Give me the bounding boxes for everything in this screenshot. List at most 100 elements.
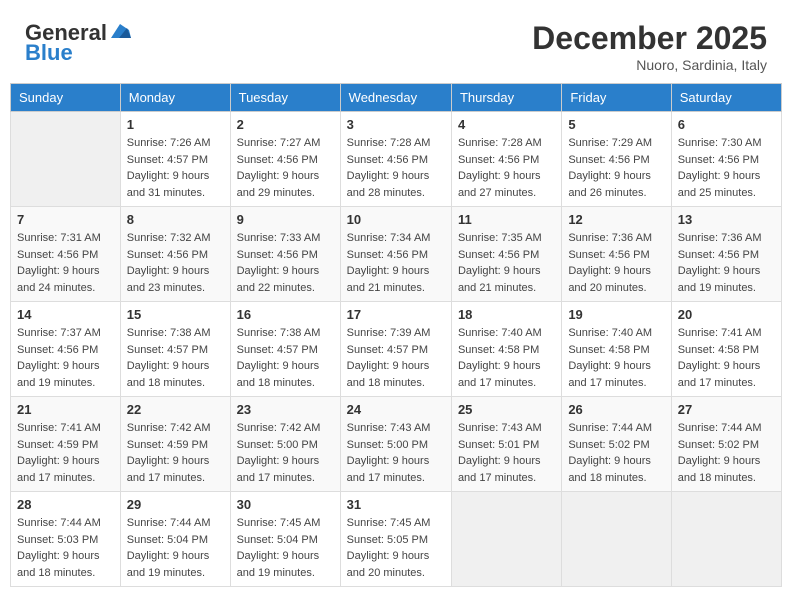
day-number: 23 bbox=[237, 402, 334, 417]
day-number: 2 bbox=[237, 117, 334, 132]
day-number: 11 bbox=[458, 212, 555, 227]
calendar-cell: 8 Sunrise: 7:32 AMSunset: 4:56 PMDaylight… bbox=[120, 207, 230, 302]
day-info: Sunrise: 7:38 AMSunset: 4:57 PMDaylight:… bbox=[237, 325, 334, 391]
logo: General Blue bbox=[25, 20, 131, 66]
calendar-cell: 29 Sunrise: 7:44 AMSunset: 5:04 PMDayligh… bbox=[120, 492, 230, 587]
day-number: 14 bbox=[17, 307, 114, 322]
calendar-cell: 24Sunrise: 7:43 AMSunset: 5:00 PMDayligh… bbox=[340, 397, 451, 492]
day-number: 15 bbox=[127, 307, 224, 322]
col-header-sunday: Sunday bbox=[11, 84, 121, 112]
calendar-cell: 16 Sunrise: 7:38 AMSunset: 4:57 PMDayligh… bbox=[230, 302, 340, 397]
day-info: Sunrise: 7:34 AMSunset: 4:56 PMDaylight:… bbox=[347, 230, 445, 296]
day-info: Sunrise: 7:26 AMSunset: 4:57 PMDaylight:… bbox=[127, 135, 224, 201]
day-number: 16 bbox=[237, 307, 334, 322]
calendar-cell bbox=[11, 112, 121, 207]
day-number: 25 bbox=[458, 402, 555, 417]
calendar-cell: 23 Sunrise: 7:42 AMSunset: 5:00 PMDayligh… bbox=[230, 397, 340, 492]
calendar-cell: 28Sunrise: 7:44 AMSunset: 5:03 PMDayligh… bbox=[11, 492, 121, 587]
calendar-cell: 20 Sunrise: 7:41 AMSunset: 4:58 PMDayligh… bbox=[671, 302, 781, 397]
day-info: Sunrise: 7:28 AMSunset: 4:56 PMDaylight:… bbox=[347, 135, 445, 201]
day-number: 3 bbox=[347, 117, 445, 132]
day-number: 17 bbox=[347, 307, 445, 322]
col-header-saturday: Saturday bbox=[671, 84, 781, 112]
col-header-friday: Friday bbox=[562, 84, 671, 112]
day-info: Sunrise: 7:39 AMSunset: 4:57 PMDaylight:… bbox=[347, 325, 445, 391]
day-info: Sunrise: 7:31 AMSunset: 4:56 PMDaylight:… bbox=[17, 230, 114, 296]
day-info: Sunrise: 7:45 AMSunset: 5:05 PMDaylight:… bbox=[347, 515, 445, 581]
day-info: Sunrise: 7:43 AMSunset: 5:01 PMDaylight:… bbox=[458, 420, 555, 486]
title-area: December 2025 Nuoro, Sardinia, Italy bbox=[532, 20, 767, 73]
location: Nuoro, Sardinia, Italy bbox=[532, 57, 767, 73]
day-info: Sunrise: 7:30 AMSunset: 4:56 PMDaylight:… bbox=[678, 135, 775, 201]
calendar-week-2: 7 Sunrise: 7:31 AMSunset: 4:56 PMDaylight… bbox=[11, 207, 782, 302]
calendar-cell: 18Sunrise: 7:40 AMSunset: 4:58 PMDayligh… bbox=[451, 302, 561, 397]
calendar-cell: 11 Sunrise: 7:35 AMSunset: 4:56 PMDayligh… bbox=[451, 207, 561, 302]
day-number: 13 bbox=[678, 212, 775, 227]
calendar-cell: 10Sunrise: 7:34 AMSunset: 4:56 PMDayligh… bbox=[340, 207, 451, 302]
page-header: General Blue December 2025 Nuoro, Sardin… bbox=[10, 10, 782, 78]
day-number: 8 bbox=[127, 212, 224, 227]
day-info: Sunrise: 7:36 AMSunset: 4:56 PMDaylight:… bbox=[678, 230, 775, 296]
calendar-table: SundayMondayTuesdayWednesdayThursdayFrid… bbox=[10, 83, 782, 587]
day-number: 21 bbox=[17, 402, 114, 417]
day-info: Sunrise: 7:27 AMSunset: 4:56 PMDaylight:… bbox=[237, 135, 334, 201]
col-header-wednesday: Wednesday bbox=[340, 84, 451, 112]
col-header-tuesday: Tuesday bbox=[230, 84, 340, 112]
day-number: 19 bbox=[568, 307, 664, 322]
calendar-cell: 3 Sunrise: 7:28 AMSunset: 4:56 PMDaylight… bbox=[340, 112, 451, 207]
calendar-cell: 25 Sunrise: 7:43 AMSunset: 5:01 PMDayligh… bbox=[451, 397, 561, 492]
calendar-cell: 6 Sunrise: 7:30 AMSunset: 4:56 PMDaylight… bbox=[671, 112, 781, 207]
day-number: 18 bbox=[458, 307, 555, 322]
calendar-cell: 21 Sunrise: 7:41 AMSunset: 4:59 PMDayligh… bbox=[11, 397, 121, 492]
day-info: Sunrise: 7:41 AMSunset: 4:59 PMDaylight:… bbox=[17, 420, 114, 486]
calendar-week-3: 14 Sunrise: 7:37 AMSunset: 4:56 PMDayligh… bbox=[11, 302, 782, 397]
day-info: Sunrise: 7:42 AMSunset: 4:59 PMDaylight:… bbox=[127, 420, 224, 486]
calendar-cell: 7 Sunrise: 7:31 AMSunset: 4:56 PMDaylight… bbox=[11, 207, 121, 302]
calendar-cell: 4 Sunrise: 7:28 AMSunset: 4:56 PMDaylight… bbox=[451, 112, 561, 207]
calendar-cell: 26Sunrise: 7:44 AMSunset: 5:02 PMDayligh… bbox=[562, 397, 671, 492]
calendar-cell: 27Sunrise: 7:44 AMSunset: 5:02 PMDayligh… bbox=[671, 397, 781, 492]
day-info: Sunrise: 7:37 AMSunset: 4:56 PMDaylight:… bbox=[17, 325, 114, 391]
day-info: Sunrise: 7:28 AMSunset: 4:56 PMDaylight:… bbox=[458, 135, 555, 201]
day-number: 12 bbox=[568, 212, 664, 227]
day-number: 22 bbox=[127, 402, 224, 417]
day-info: Sunrise: 7:41 AMSunset: 4:58 PMDaylight:… bbox=[678, 325, 775, 391]
calendar-cell: 30 Sunrise: 7:45 AMSunset: 5:04 PMDayligh… bbox=[230, 492, 340, 587]
day-number: 4 bbox=[458, 117, 555, 132]
day-number: 29 bbox=[127, 497, 224, 512]
day-info: Sunrise: 7:43 AMSunset: 5:00 PMDaylight:… bbox=[347, 420, 445, 486]
day-info: Sunrise: 7:35 AMSunset: 4:56 PMDaylight:… bbox=[458, 230, 555, 296]
day-number: 28 bbox=[17, 497, 114, 512]
day-info: Sunrise: 7:45 AMSunset: 5:04 PMDaylight:… bbox=[237, 515, 334, 581]
day-info: Sunrise: 7:44 AMSunset: 5:02 PMDaylight:… bbox=[678, 420, 775, 486]
day-info: Sunrise: 7:44 AMSunset: 5:04 PMDaylight:… bbox=[127, 515, 224, 581]
calendar-cell: 9Sunrise: 7:33 AMSunset: 4:56 PMDaylight… bbox=[230, 207, 340, 302]
day-number: 26 bbox=[568, 402, 664, 417]
day-number: 9 bbox=[237, 212, 334, 227]
day-number: 7 bbox=[17, 212, 114, 227]
calendar-week-1: 1 Sunrise: 7:26 AMSunset: 4:57 PMDaylight… bbox=[11, 112, 782, 207]
day-info: Sunrise: 7:29 AMSunset: 4:56 PMDaylight:… bbox=[568, 135, 664, 201]
calendar-cell: 19Sunrise: 7:40 AMSunset: 4:58 PMDayligh… bbox=[562, 302, 671, 397]
day-info: Sunrise: 7:42 AMSunset: 5:00 PMDaylight:… bbox=[237, 420, 334, 486]
day-number: 30 bbox=[237, 497, 334, 512]
day-info: Sunrise: 7:32 AMSunset: 4:56 PMDaylight:… bbox=[127, 230, 224, 296]
day-number: 20 bbox=[678, 307, 775, 322]
calendar-cell: 2 Sunrise: 7:27 AMSunset: 4:56 PMDaylight… bbox=[230, 112, 340, 207]
day-number: 1 bbox=[127, 117, 224, 132]
calendar-cell: 1 Sunrise: 7:26 AMSunset: 4:57 PMDaylight… bbox=[120, 112, 230, 207]
calendar-cell: 22 Sunrise: 7:42 AMSunset: 4:59 PMDayligh… bbox=[120, 397, 230, 492]
calendar-cell bbox=[562, 492, 671, 587]
month-title: December 2025 bbox=[532, 20, 767, 57]
calendar-week-5: 28Sunrise: 7:44 AMSunset: 5:03 PMDayligh… bbox=[11, 492, 782, 587]
calendar-header-row: SundayMondayTuesdayWednesdayThursdayFrid… bbox=[11, 84, 782, 112]
calendar-cell bbox=[451, 492, 561, 587]
day-number: 5 bbox=[568, 117, 664, 132]
day-number: 6 bbox=[678, 117, 775, 132]
day-number: 31 bbox=[347, 497, 445, 512]
calendar-cell bbox=[671, 492, 781, 587]
col-header-thursday: Thursday bbox=[451, 84, 561, 112]
col-header-monday: Monday bbox=[120, 84, 230, 112]
logo-icon bbox=[109, 22, 131, 40]
calendar-cell: 12Sunrise: 7:36 AMSunset: 4:56 PMDayligh… bbox=[562, 207, 671, 302]
